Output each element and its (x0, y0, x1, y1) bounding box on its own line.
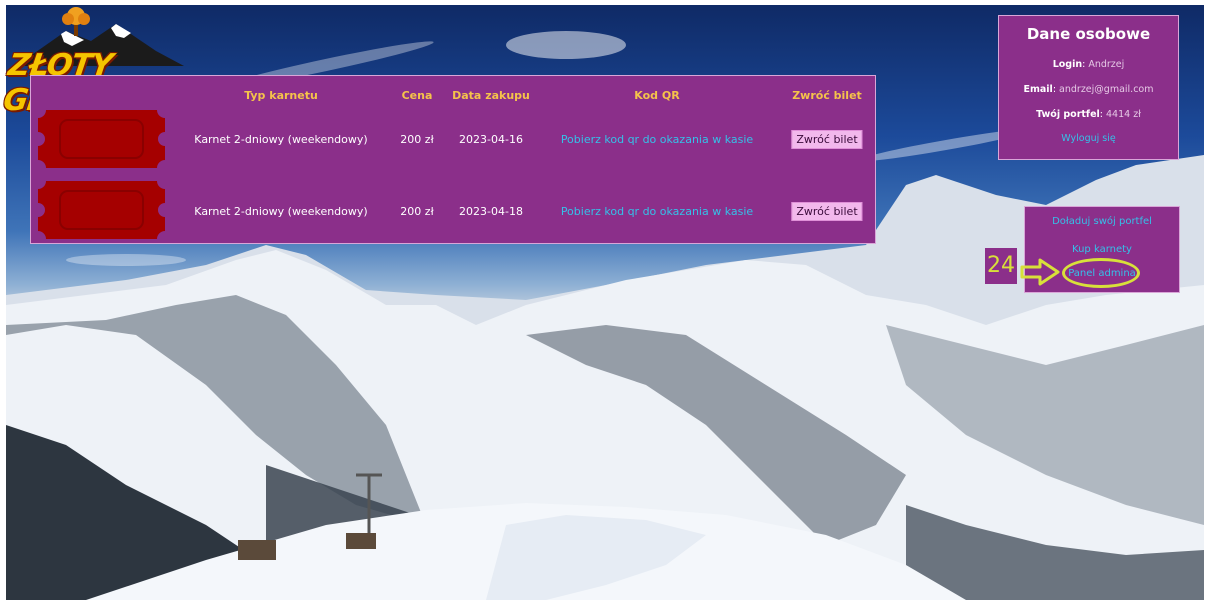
step-number-badge: 24 (985, 248, 1017, 284)
tickets-table-panel: Typ karnetu Cena Data zakupu Kod QR Zwró… (30, 75, 876, 244)
wallet-value: 4414 zł (1106, 109, 1141, 120)
email-line: Email: andrzej@gmail.com (1023, 84, 1154, 95)
wallet-line: Twój portfel: 4414 zł (1036, 109, 1141, 120)
row2-price: 200 zł (400, 205, 434, 218)
row1-ticket-type: Karnet 2-dniowy (weekendowy) (194, 133, 368, 146)
login-label: Login (1052, 59, 1083, 70)
row1-price: 200 zł (400, 133, 434, 146)
ticket-icon (38, 110, 165, 168)
login-value: Andrzej (1088, 59, 1125, 70)
topup-wallet-link[interactable]: Doładuj swój portfel (1025, 216, 1179, 227)
header-return-ticket: Zwróć bilet (792, 89, 862, 102)
ticket-icon (38, 181, 165, 239)
row2-ticket-type: Karnet 2-dniowy (weekendowy) (194, 205, 368, 218)
personal-data-title: Dane osobowe (1026, 25, 1151, 43)
row1-purchase-date: 2023-04-16 (459, 133, 523, 146)
wallet-label: Twój portfel (1036, 109, 1100, 120)
personal-data-panel: Dane osobowe Login: Andrzej Email: andrz… (998, 15, 1179, 160)
header-price: Cena (401, 89, 433, 102)
row2-return-ticket-button[interactable]: Zwróć bilet (791, 202, 863, 221)
header-purchase-date: Data zakupu (452, 89, 530, 102)
email-label: Email (1023, 84, 1053, 95)
row2-purchase-date: 2023-04-18 (459, 205, 523, 218)
login-line: Login: Andrzej (1052, 59, 1125, 70)
logout-link[interactable]: Wyloguj się (999, 133, 1178, 144)
row1-return-ticket-button[interactable]: Zwróć bilet (791, 130, 863, 149)
row1-qr-download-link[interactable]: Pobierz kod qr do okazania w kasie (561, 133, 753, 146)
arrow-right-icon (1020, 258, 1060, 286)
buy-passes-link[interactable]: Kup karnety (1025, 244, 1179, 255)
header-qr-code: Kod QR (634, 89, 680, 102)
email-value: andrzej@gmail.com (1059, 84, 1154, 95)
header-ticket-type: Typ karnetu (244, 89, 318, 102)
row2-qr-download-link[interactable]: Pobierz kod qr do okazania w kasie (561, 205, 753, 218)
